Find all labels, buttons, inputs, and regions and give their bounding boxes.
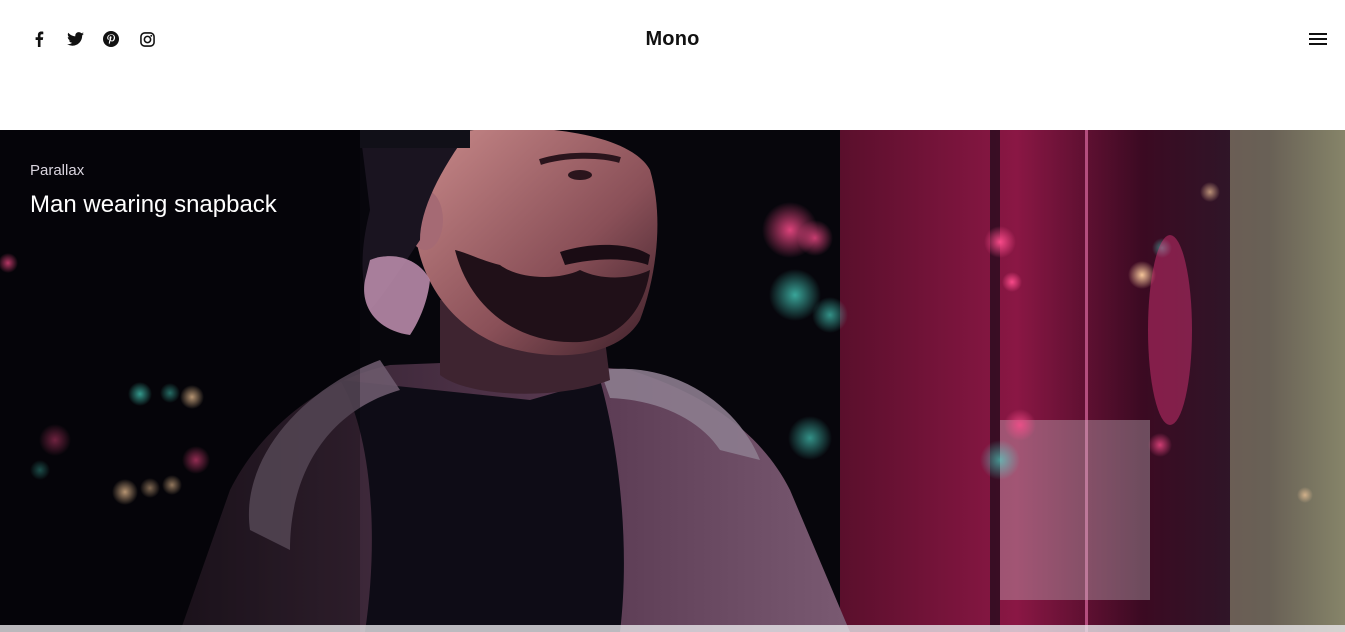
hamburger-menu-icon[interactable] [1309, 33, 1327, 47]
hero-title[interactable]: Man wearing snapback [30, 191, 277, 219]
hero-parallax: Parallax Man wearing snapback [0, 130, 1345, 632]
hero-kicker: Parallax [30, 162, 85, 179]
hero-caption: Parallax Man wearing snapback [30, 162, 277, 219]
site-logo[interactable]: Mono [0, 28, 1345, 51]
site-header: Mono [0, 0, 1345, 130]
